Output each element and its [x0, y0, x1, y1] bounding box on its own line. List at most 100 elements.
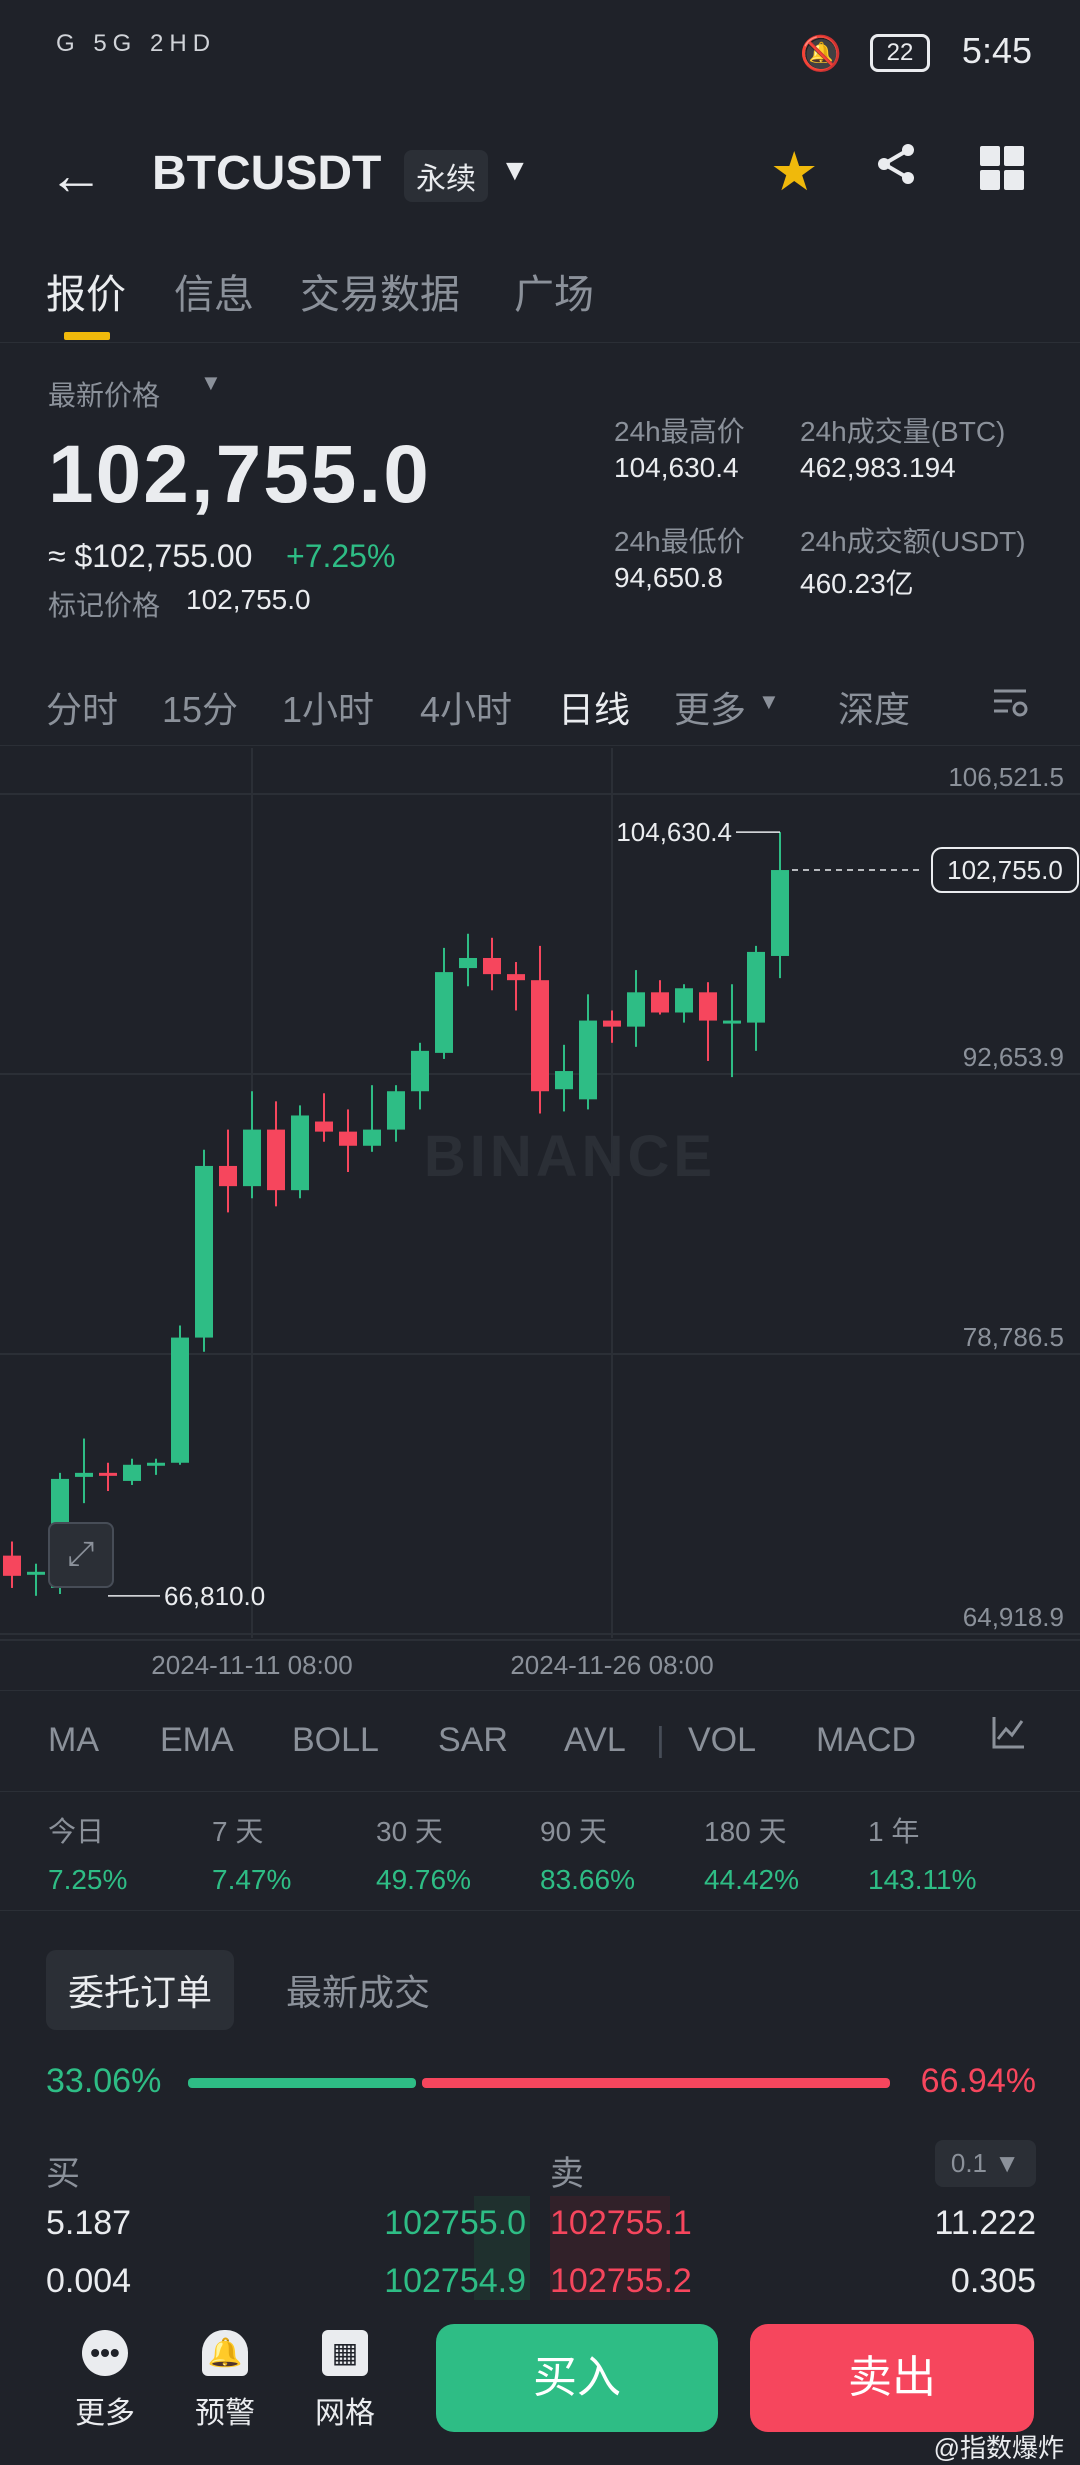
y-tick-label: 64,918.9 — [963, 1602, 1064, 1632]
app-header: ← BTCUSDT 永续 ▼ ★ — [0, 120, 1080, 230]
candle-body — [27, 1571, 45, 1575]
low-24h-value: 94,650.8 — [614, 562, 723, 593]
alert-button[interactable]: 🔔 预警 — [180, 2330, 270, 2432]
tab-info[interactable]: 信息 — [174, 262, 254, 320]
interval-more[interactable]: 更多 — [674, 681, 746, 733]
perf-180d: 180 天 44.42% — [704, 1816, 799, 1895]
more-button[interactable]: ••• 更多 — [60, 2330, 150, 2432]
sell-button[interactable]: 卖出 — [750, 2324, 1034, 2432]
interval-depth[interactable]: 深度 — [838, 681, 910, 733]
mark-price-label: 标记价格 — [48, 590, 161, 621]
candle-body — [675, 988, 693, 1013]
more-caret-icon[interactable]: ▼ — [758, 689, 780, 715]
candle-body — [699, 992, 717, 1021]
more-dots-icon: ••• — [82, 2330, 128, 2376]
performance-row: 今日 7.25% 7 天 7.47% 30 天 49.76% 90 天 83.66% 1… — [0, 1800, 1080, 1911]
tab-trading-data[interactable]: 交易数据 — [300, 262, 460, 320]
candle-body — [75, 1472, 93, 1477]
candle-body — [123, 1464, 141, 1481]
candle-body — [531, 980, 549, 1092]
candle-body — [603, 1020, 621, 1027]
indicator-sar[interactable]: SAR — [438, 1721, 508, 1760]
volume-btc-label: 24h成交量(BTC) — [800, 416, 1006, 447]
tab-recent-trades[interactable]: 最新成交 — [286, 1964, 430, 2016]
indicator-ma[interactable]: MA — [48, 1721, 99, 1760]
buy-ratio: 33.06% — [46, 2062, 162, 2100]
symbol-title[interactable]: BTCUSDT — [152, 146, 381, 201]
indicator-ema[interactable]: EMA — [160, 1721, 234, 1760]
tab-order-book[interactable]: 委托订单 — [46, 1950, 235, 2030]
indicator-divider: | — [656, 1721, 665, 1759]
candle-body — [579, 1020, 597, 1100]
mark-price: 102,755.0 — [186, 584, 311, 615]
indicator-avl[interactable]: AVL — [564, 1721, 626, 1760]
interval-1h[interactable]: 1小时 — [282, 681, 374, 733]
orderbook-row: 5.187 102755.0 102755.1 11.222 — [46, 2196, 1036, 2254]
high-annotation: 104,630.4 — [616, 817, 732, 847]
precision-select[interactable]: 0.1 ▼ — [934, 2140, 1036, 2187]
high-24h-value: 104,630.4 — [614, 452, 739, 483]
back-arrow-icon[interactable]: ← — [48, 142, 104, 207]
high-24h-label: 24h最高价 — [614, 416, 745, 447]
star-icon[interactable]: ★ — [770, 140, 818, 203]
battery-indicator: 22 — [870, 34, 930, 72]
candle-body — [411, 1050, 429, 1092]
candle-body — [219, 1165, 237, 1187]
candle-body — [315, 1121, 333, 1132]
bid-price[interactable]: 102755.0 — [376, 2204, 526, 2243]
bell-icon: 🔔 — [202, 2330, 248, 2376]
candle-body — [771, 870, 789, 956]
tab-square[interactable]: 广场 — [514, 262, 594, 320]
indicator-boll[interactable]: BOLL — [292, 1721, 379, 1760]
perf-1y: 1 年 143.11% — [868, 1816, 977, 1895]
candle-body — [723, 1020, 741, 1024]
expand-icon[interactable]: ⤢ — [48, 1522, 114, 1588]
x-tick-label: 2024-11-11 08:00 — [151, 1650, 352, 1680]
candle-body — [339, 1131, 357, 1146]
perf-7d: 7 天 7.47% — [212, 1816, 292, 1895]
chevron-down-icon[interactable]: ▼ — [500, 154, 530, 188]
indicator-macd[interactable]: MACD — [816, 1721, 916, 1760]
caret-down-icon[interactable]: ▼ — [200, 370, 222, 396]
interval-timeline[interactable]: 分时 — [46, 681, 118, 733]
low-24h-label: 24h最低价 — [614, 526, 745, 557]
bid-qty: 5.187 — [46, 2204, 132, 2242]
indicator-vol[interactable]: VOL — [688, 1721, 756, 1760]
interval-1d[interactable]: 日线 — [558, 681, 630, 733]
orderbook-header: 买 卖 0.1 ▼ — [46, 2140, 1036, 2200]
interval-15m[interactable]: 15分 — [162, 681, 238, 733]
candle-body — [195, 1165, 213, 1338]
contract-type-badge: 永续 — [404, 150, 488, 202]
y-tick-label: 106,521.5 — [948, 762, 1064, 792]
candle-body — [267, 1129, 285, 1191]
grid-trading-button[interactable]: ▦ 网格 — [300, 2330, 390, 2432]
latest-price: 102,755.0 — [48, 429, 431, 520]
interval-4h[interactable]: 4小时 — [420, 681, 512, 733]
buy-button[interactable]: 买入 — [436, 2324, 718, 2432]
sell-ratio: 66.94% — [920, 2062, 1036, 2100]
ask-price[interactable]: 102755.1 — [550, 2204, 692, 2243]
volume-btc-value: 462,983.194 — [800, 452, 956, 483]
bottom-action-bar: ••• 更多 🔔 预警 ▦ 网格 买入 卖出 @指数爆炸 — [0, 2300, 1080, 2463]
ask-qty: 0.305 — [950, 2262, 1036, 2300]
candlestick-chart[interactable]: 106,521.5 92,653.9 78,786.5 64,918.9 2024-11… — [0, 748, 1080, 1688]
grid-menu-icon[interactable] — [980, 146, 1024, 190]
volume-usdt-label: 24h成交额(USDT) — [800, 526, 1026, 557]
price-summary: 最新价格 ▼ 102,755.0 ≈ $102,755.00 +7.25% 标记… — [48, 370, 1048, 630]
bid-price[interactable]: 102754.9 — [376, 2262, 526, 2301]
clock: 5:45 — [961, 30, 1032, 71]
chart-settings-icon[interactable] — [990, 683, 1030, 732]
ask-qty: 11.222 — [934, 2204, 1036, 2242]
candle-body — [3, 1555, 21, 1576]
perf-today: 今日 7.25% — [48, 1816, 128, 1895]
tab-bar: 报价 信息 交易数据 广场 — [0, 250, 1080, 343]
candle-body — [99, 1472, 117, 1476]
indicator-settings-icon[interactable] — [990, 1713, 1028, 1760]
ask-price[interactable]: 102755.2 — [550, 2262, 692, 2301]
tab-quote[interactable]: 报价 — [46, 262, 126, 320]
usd-approx-price: ≈ $102,755.00 — [48, 538, 253, 574]
share-icon[interactable] — [872, 140, 920, 200]
candle-body — [747, 951, 765, 1023]
chart-svg[interactable]: 106,521.5 92,653.9 78,786.5 64,918.9 2024-11… — [0, 748, 1080, 1688]
latest-price-label[interactable]: 最新价格 — [48, 374, 160, 414]
